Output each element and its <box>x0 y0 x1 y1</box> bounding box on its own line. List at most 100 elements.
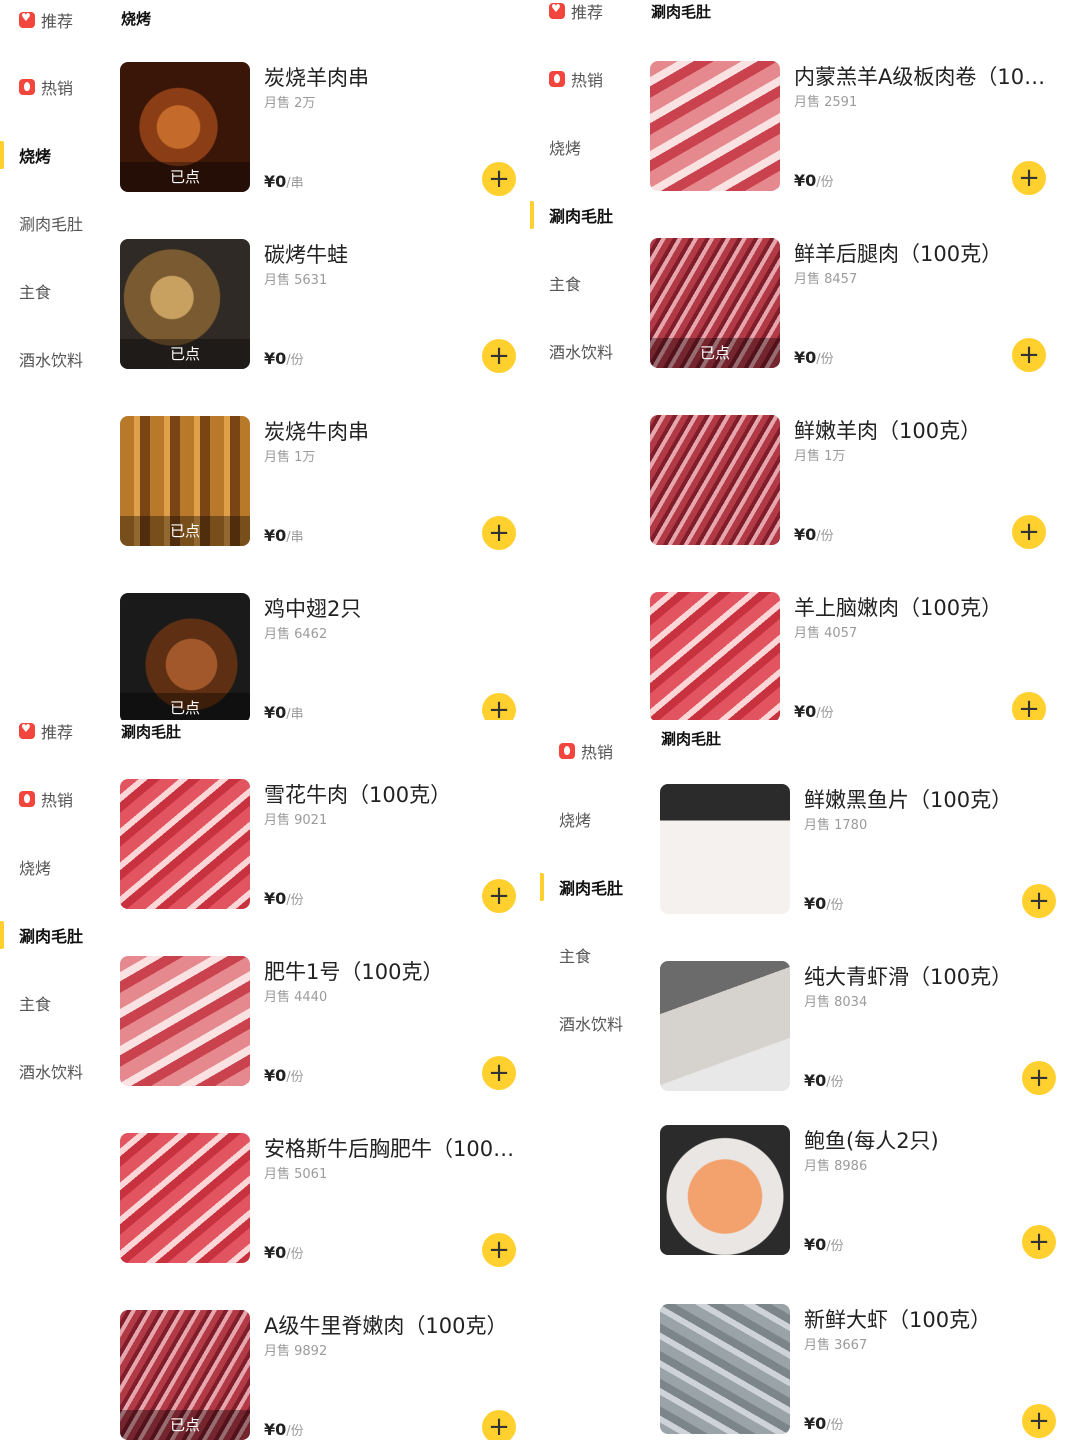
category-drinks[interactable]: 酒水饮料 <box>0 1051 110 1091</box>
category-drinks[interactable]: 酒水饮料 <box>0 339 110 379</box>
dish-image[interactable] <box>660 1125 790 1255</box>
monthly-sales: 月售 1万 <box>264 450 316 465</box>
dish-name: 鲜嫩羊肉（100克） <box>794 419 982 443</box>
dish-price: ¥0/份 <box>264 1420 304 1439</box>
dish-image[interactable]: 已点 <box>120 62 250 192</box>
dish-image[interactable]: 已点 <box>120 593 250 720</box>
ordered-badge: 已点 <box>650 338 780 368</box>
category-drinks[interactable]: 酒水饮料 <box>540 1003 650 1043</box>
price-unit: /份 <box>826 898 844 913</box>
ordered-badge: 已点 <box>120 693 250 720</box>
category-label: 主食 <box>19 283 52 302</box>
dish-card[interactable]: 雪花牛肉（100克） 月售 9021 ¥0/份 + <box>120 779 530 913</box>
menu-screenshot-2: 推荐 热销 烧烤 涮肉毛肚 主食 酒水饮料 涮肉毛肚 内蒙羔羊A级板肉卷（10…… <box>530 0 1080 720</box>
dish-image[interactable] <box>650 592 780 720</box>
price-unit: /份 <box>286 353 304 368</box>
add-to-cart-button[interactable]: + <box>1012 692 1046 720</box>
dish-price: ¥0/份 <box>804 1071 844 1090</box>
category-recommend[interactable]: 推荐 <box>0 0 110 40</box>
dish-card[interactable]: 已点 鲜羊后腿肉（100克） 月售 8457 ¥0/份 + <box>650 238 1060 372</box>
dish-card[interactable]: 鲜嫩黑鱼片（100克） 月售 1780 ¥0/份 + <box>660 784 1070 918</box>
category-bbq[interactable]: 烧烤 <box>0 847 110 887</box>
add-to-cart-button[interactable]: + <box>482 162 516 196</box>
dish-image[interactable]: 已点 <box>120 1310 250 1440</box>
category-bbq[interactable]: 烧烤 <box>0 135 110 175</box>
dish-card[interactable]: 羊上脑嫩肉（100克） 月售 4057 ¥0/份 + <box>650 592 1060 720</box>
category-hotpot-meat[interactable]: 涮肉毛肚 <box>540 867 650 907</box>
add-to-cart-button[interactable]: + <box>482 879 516 913</box>
monthly-sales: 月售 9892 <box>264 1344 328 1359</box>
add-to-cart-button[interactable]: + <box>482 1410 516 1440</box>
dish-image[interactable] <box>660 1304 790 1434</box>
dish-price: ¥0/份 <box>794 171 834 190</box>
dish-image[interactable] <box>660 784 790 914</box>
monthly-sales: 月售 4057 <box>794 626 858 641</box>
category-hotpot-meat[interactable]: 涮肉毛肚 <box>0 203 110 243</box>
dish-card[interactable]: 已点 碳烤牛蛙 月售 5631 ¥0/份 + <box>120 239 530 373</box>
dish-card[interactable]: 鲍鱼(每人2只) 月售 8986 ¥0/份 + <box>660 1125 1070 1259</box>
category-hot[interactable]: 热销 <box>0 779 110 819</box>
dish-image[interactable] <box>120 1133 250 1263</box>
dish-card[interactable]: 新鲜大虾（100克） 月售 3667 ¥0/份 + <box>660 1304 1070 1438</box>
add-to-cart-button[interactable]: + <box>482 1233 516 1267</box>
category-hotpot-meat[interactable]: 涮肉毛肚 <box>0 915 110 955</box>
dish-card[interactable]: 纯大青虾滑（100克） 月售 8034 ¥0/份 + <box>660 961 1070 1095</box>
category-staple[interactable]: 主食 <box>540 935 650 975</box>
add-to-cart-button[interactable]: + <box>482 1056 516 1090</box>
dish-image[interactable] <box>650 415 780 545</box>
dish-image[interactable]: 已点 <box>120 416 250 546</box>
monthly-sales: 月售 2591 <box>794 95 858 110</box>
dish-card[interactable]: 肥牛1号（100克） 月售 4440 ¥0/份 + <box>120 956 530 1090</box>
price-value: ¥0 <box>794 348 817 367</box>
category-bbq[interactable]: 烧烤 <box>530 127 640 167</box>
dish-card[interactable]: 鲜嫩羊肉（100克） 月售 1万 ¥0/份 + <box>650 415 1060 549</box>
add-to-cart-button[interactable]: + <box>482 339 516 373</box>
menu-screenshot-4: 热销 烧烤 涮肉毛肚 主食 酒水饮料 涮肉毛肚 鲜嫩黑鱼片（100克） 月售 1… <box>540 720 1080 1440</box>
dish-image[interactable]: 已点 <box>120 239 250 369</box>
price-unit: /份 <box>286 1247 304 1262</box>
dish-card[interactable]: 已点 炭烧羊肉串 月售 2万 ¥0/串 + <box>120 62 530 196</box>
price-value: ¥0 <box>264 1066 287 1085</box>
monthly-sales: 月售 1万 <box>794 449 846 464</box>
add-to-cart-button[interactable]: + <box>482 693 516 720</box>
dish-image[interactable]: 已点 <box>650 238 780 368</box>
category-label: 酒水饮料 <box>559 1015 624 1034</box>
category-hot[interactable]: 热销 <box>0 67 110 107</box>
add-to-cart-button[interactable]: + <box>1012 161 1046 195</box>
add-to-cart-button[interactable]: + <box>1022 884 1056 918</box>
add-to-cart-button[interactable]: + <box>482 516 516 550</box>
category-staple[interactable]: 主食 <box>530 263 640 303</box>
add-to-cart-button[interactable]: + <box>1022 1404 1056 1438</box>
price-value: ¥0 <box>264 889 287 908</box>
dish-name: 鲜嫩黑鱼片（100克） <box>804 788 1013 812</box>
category-hotpot-meat[interactable]: 涮肉毛肚 <box>530 195 640 235</box>
category-recommend[interactable]: 推荐 <box>530 0 640 31</box>
category-drinks[interactable]: 酒水饮料 <box>530 331 640 371</box>
dish-image[interactable] <box>120 779 250 909</box>
dish-card[interactable]: 已点 炭烧牛肉串 月售 1万 ¥0/串 + <box>120 416 530 550</box>
dish-card[interactable]: 已点 A级牛里脊嫩肉（100克） 月售 9892 ¥0/份 + <box>120 1310 530 1440</box>
dish-card[interactable]: 已点 鸡中翅2只 月售 6462 ¥0/串 + <box>120 593 530 720</box>
category-staple[interactable]: 主食 <box>0 271 110 311</box>
category-hot[interactable]: 热销 <box>530 59 640 99</box>
dish-name: 鲜羊后腿肉（100克） <box>794 242 1003 266</box>
price-value: ¥0 <box>804 1071 827 1090</box>
dish-card[interactable]: 安格斯牛后胸肥牛（100… 月售 5061 ¥0/份 + <box>120 1133 530 1267</box>
dish-price: ¥0/份 <box>804 1235 844 1254</box>
add-to-cart-button[interactable]: + <box>1012 338 1046 372</box>
add-to-cart-button[interactable]: + <box>1012 515 1046 549</box>
dish-price: ¥0/份 <box>794 702 834 720</box>
category-label: 推荐 <box>41 12 74 31</box>
add-to-cart-button[interactable]: + <box>1022 1225 1056 1259</box>
dish-name: 碳烤牛蛙 <box>264 243 348 267</box>
dish-image[interactable] <box>120 956 250 1086</box>
category-staple[interactable]: 主食 <box>0 983 110 1023</box>
category-bbq[interactable]: 烧烤 <box>540 799 650 839</box>
dish-image[interactable] <box>660 961 790 1091</box>
category-hot[interactable]: 热销 <box>540 731 650 771</box>
dish-image[interactable] <box>650 61 780 191</box>
category-recommend[interactable]: 推荐 <box>0 720 110 751</box>
dish-price: ¥0/份 <box>794 348 834 367</box>
dish-card[interactable]: 内蒙羔羊A级板肉卷（10… 月售 2591 ¥0/份 + <box>650 61 1060 195</box>
add-to-cart-button[interactable]: + <box>1022 1061 1056 1095</box>
